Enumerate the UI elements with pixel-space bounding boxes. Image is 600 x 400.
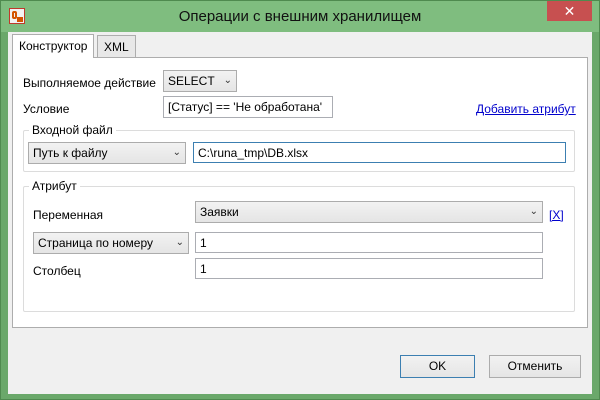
column-label: Столбец	[33, 264, 81, 278]
dialog-body: Конструктор XML Выполняемое действие SEL…	[8, 32, 592, 394]
tab-xml[interactable]: XML	[97, 35, 136, 57]
action-select-value: SELECT	[168, 74, 215, 88]
chevron-down-icon: ⌄	[175, 237, 184, 248]
chevron-down-icon: ⌄	[172, 147, 181, 158]
page-mode-select-value: Страница по номеру	[38, 236, 153, 250]
tab-xml-label: XML	[104, 40, 129, 54]
remove-attribute-link[interactable]: [X]	[549, 208, 564, 222]
window-title: Операции с внешним хранилищем	[178, 8, 422, 25]
title-bar[interactable]: Операции с внешним хранилищем ✕	[1, 1, 599, 32]
variable-label: Переменная	[33, 208, 103, 222]
file-mode-select-value: Путь к файлу	[33, 146, 108, 160]
file-path-field-value: C:\runa_tmp\DB.xlsx	[198, 146, 309, 160]
tab-constructor[interactable]: Конструктор	[12, 34, 95, 58]
dialog-window: Операции с внешним хранилищем ✕ Конструк…	[0, 0, 600, 400]
variable-select-value: Заявки	[200, 205, 239, 219]
tab-constructor-label: Конструктор	[19, 39, 88, 53]
page-number-field-value: 1	[200, 236, 207, 250]
input-file-group-title: Входной файл	[29, 123, 116, 137]
page-number-field[interactable]: 1	[195, 232, 543, 253]
action-select[interactable]: SELECT ⌄	[163, 70, 237, 92]
cancel-button[interactable]: Отменить	[489, 355, 581, 378]
file-mode-select[interactable]: Путь к файлу ⌄	[28, 142, 186, 164]
chevron-down-icon: ⌄	[529, 206, 538, 217]
condition-field-value: [Статус] == 'Не обработана'	[168, 100, 323, 114]
add-attribute-link[interactable]: Добавить атрибут	[476, 102, 576, 116]
variable-select[interactable]: Заявки ⌄	[195, 201, 543, 223]
condition-field[interactable]: [Статус] == 'Не обработана'	[163, 96, 333, 118]
attribute-group-title: Атрибут	[29, 179, 80, 193]
action-label: Выполняемое действие	[23, 76, 156, 90]
close-icon: ✕	[563, 3, 576, 19]
file-path-field[interactable]: C:\runa_tmp\DB.xlsx	[193, 142, 566, 163]
constructor-panel: Выполняемое действие SELECT ⌄ Условие [С…	[12, 57, 588, 328]
ok-button[interactable]: OK	[400, 355, 475, 378]
close-button[interactable]: ✕	[547, 1, 592, 21]
column-field-value: 1	[200, 262, 207, 276]
chevron-down-icon: ⌄	[223, 75, 232, 86]
page-mode-select[interactable]: Страница по номеру ⌄	[33, 232, 189, 254]
condition-label: Условие	[23, 102, 70, 116]
column-field[interactable]: 1	[195, 258, 543, 279]
